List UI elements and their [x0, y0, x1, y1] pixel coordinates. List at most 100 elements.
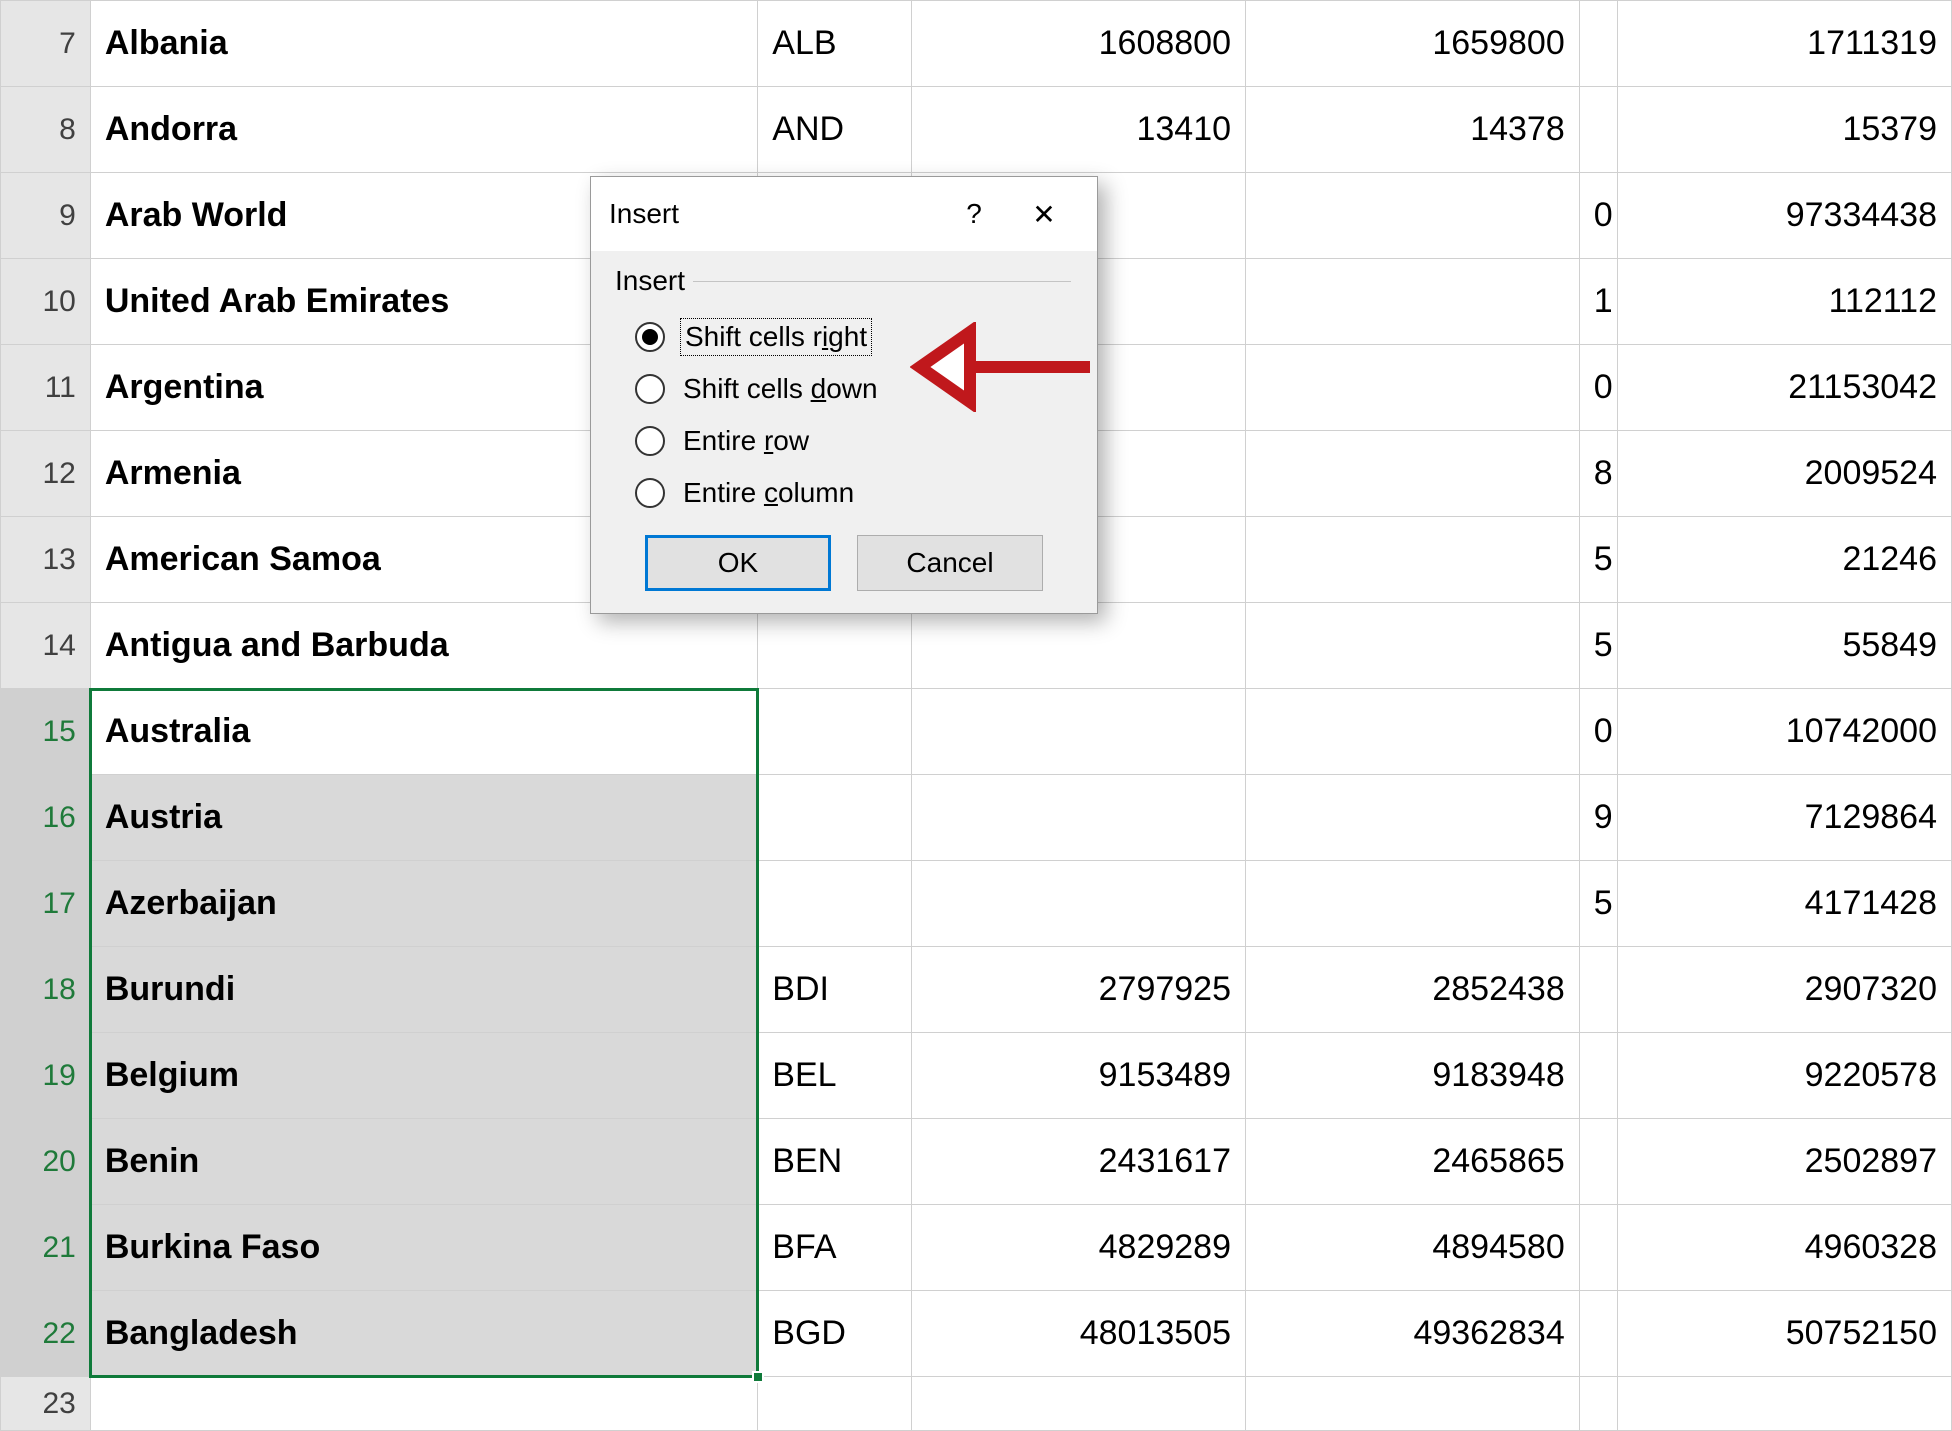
- cell-value[interactable]: 50752150: [1618, 1291, 1952, 1377]
- row-header[interactable]: 22: [1, 1291, 91, 1377]
- radio-entire-row[interactable]: Entire row: [617, 415, 1071, 467]
- cell-country-name[interactable]: Belgium: [90, 1033, 757, 1119]
- cell-country-code[interactable]: [758, 861, 912, 947]
- cell-value[interactable]: 2009524: [1618, 431, 1952, 517]
- cell-empty[interactable]: [758, 1377, 912, 1431]
- cell-value[interactable]: [1246, 689, 1580, 775]
- cell-country-name[interactable]: Antigua and Barbuda: [90, 603, 757, 689]
- cell-country-name[interactable]: Azerbaijan: [90, 861, 757, 947]
- cell-value[interactable]: 1711319: [1618, 1, 1952, 87]
- close-icon[interactable]: ✕: [1009, 198, 1079, 231]
- row-header[interactable]: 11: [1, 345, 91, 431]
- row-header[interactable]: 15: [1, 689, 91, 775]
- cell-value[interactable]: 9183948: [1246, 1033, 1580, 1119]
- cell-value-partial[interactable]: 5: [1579, 603, 1618, 689]
- selection-fill-handle[interactable]: [752, 1371, 764, 1383]
- row-header[interactable]: 13: [1, 517, 91, 603]
- cell-value[interactable]: 21153042: [1618, 345, 1952, 431]
- cell-value-partial[interactable]: [1579, 1291, 1618, 1377]
- row-header[interactable]: 17: [1, 861, 91, 947]
- cell-country-code[interactable]: [758, 775, 912, 861]
- cell-value-partial[interactable]: [1579, 947, 1618, 1033]
- cell-value[interactable]: 2431617: [912, 1119, 1246, 1205]
- dialog-titlebar[interactable]: Insert ? ✕: [591, 177, 1097, 251]
- cell-value[interactable]: 112112: [1618, 259, 1952, 345]
- cell-value[interactable]: [1246, 861, 1580, 947]
- radio-shift-cells-right[interactable]: Shift cells right: [617, 311, 1071, 363]
- cell-value[interactable]: [1246, 517, 1580, 603]
- cell-country-code[interactable]: BGD: [758, 1291, 912, 1377]
- cell-value[interactable]: 2797925: [912, 947, 1246, 1033]
- cell-value-partial[interactable]: 0: [1579, 345, 1618, 431]
- cell-empty[interactable]: [912, 1377, 1246, 1431]
- cell-value-partial[interactable]: 0: [1579, 689, 1618, 775]
- cell-value[interactable]: 21246: [1618, 517, 1952, 603]
- cell-country-code[interactable]: [758, 603, 912, 689]
- cell-value[interactable]: [1246, 259, 1580, 345]
- cell-value[interactable]: 4960328: [1618, 1205, 1952, 1291]
- cell-empty[interactable]: [90, 1377, 757, 1431]
- cell-value-partial[interactable]: 9: [1579, 775, 1618, 861]
- cell-value[interactable]: [1246, 431, 1580, 517]
- cell-country-name[interactable]: Burkina Faso: [90, 1205, 757, 1291]
- cell-value[interactable]: [912, 861, 1246, 947]
- cell-country-code[interactable]: [758, 689, 912, 775]
- cell-value[interactable]: 97334438: [1618, 173, 1952, 259]
- cell-value-partial[interactable]: 8: [1579, 431, 1618, 517]
- row-header[interactable]: 21: [1, 1205, 91, 1291]
- cell-empty[interactable]: [1579, 1377, 1618, 1431]
- cell-country-name[interactable]: Andorra: [90, 87, 757, 173]
- cell-empty[interactable]: [1618, 1377, 1952, 1431]
- cell-value[interactable]: [1246, 603, 1580, 689]
- cell-value[interactable]: [912, 689, 1246, 775]
- cell-country-name[interactable]: Bangladesh: [90, 1291, 757, 1377]
- cell-value-partial[interactable]: [1579, 87, 1618, 173]
- cell-value[interactable]: 49362834: [1246, 1291, 1580, 1377]
- cell-value[interactable]: 2465865: [1246, 1119, 1580, 1205]
- cell-value[interactable]: 4894580: [1246, 1205, 1580, 1291]
- cell-country-code[interactable]: BFA: [758, 1205, 912, 1291]
- row-header[interactable]: 19: [1, 1033, 91, 1119]
- row-header[interactable]: 16: [1, 775, 91, 861]
- row-header[interactable]: 14: [1, 603, 91, 689]
- cell-value-partial[interactable]: [1579, 1, 1618, 87]
- cell-country-code[interactable]: BDI: [758, 947, 912, 1033]
- cell-value[interactable]: 4829289: [912, 1205, 1246, 1291]
- cancel-button[interactable]: Cancel: [857, 535, 1043, 591]
- cell-country-name[interactable]: Albania: [90, 1, 757, 87]
- cell-value-partial[interactable]: [1579, 1033, 1618, 1119]
- cell-value[interactable]: 1608800: [912, 1, 1246, 87]
- cell-country-name[interactable]: Australia: [90, 689, 757, 775]
- cell-value[interactable]: 2907320: [1618, 947, 1952, 1033]
- cell-value[interactable]: 10742000: [1618, 689, 1952, 775]
- cell-value[interactable]: 55849: [1618, 603, 1952, 689]
- cell-value[interactable]: 4171428: [1618, 861, 1952, 947]
- cell-value[interactable]: [912, 775, 1246, 861]
- cell-value[interactable]: 48013505: [912, 1291, 1246, 1377]
- cell-value[interactable]: 1659800: [1246, 1, 1580, 87]
- cell-value-partial[interactable]: 1: [1579, 259, 1618, 345]
- cell-country-code[interactable]: ALB: [758, 1, 912, 87]
- cell-value[interactable]: [912, 603, 1246, 689]
- cell-value[interactable]: 9153489: [912, 1033, 1246, 1119]
- cell-country-code[interactable]: BEL: [758, 1033, 912, 1119]
- cell-value[interactable]: 2502897: [1618, 1119, 1952, 1205]
- cell-country-code[interactable]: BEN: [758, 1119, 912, 1205]
- cell-value-partial[interactable]: 5: [1579, 861, 1618, 947]
- cell-country-name[interactable]: Austria: [90, 775, 757, 861]
- cell-country-name[interactable]: Benin: [90, 1119, 757, 1205]
- row-header[interactable]: 20: [1, 1119, 91, 1205]
- row-header[interactable]: 23: [1, 1377, 91, 1431]
- row-header[interactable]: 8: [1, 87, 91, 173]
- cell-value[interactable]: [1246, 775, 1580, 861]
- radio-shift-cells-down[interactable]: Shift cells down: [617, 363, 1071, 415]
- row-header[interactable]: 7: [1, 1, 91, 87]
- cell-value-partial[interactable]: [1579, 1119, 1618, 1205]
- row-header[interactable]: 10: [1, 259, 91, 345]
- cell-country-code[interactable]: AND: [758, 87, 912, 173]
- cell-value[interactable]: 13410: [912, 87, 1246, 173]
- row-header[interactable]: 18: [1, 947, 91, 1033]
- cell-value[interactable]: [1246, 173, 1580, 259]
- cell-value[interactable]: 9220578: [1618, 1033, 1952, 1119]
- cell-value[interactable]: [1246, 345, 1580, 431]
